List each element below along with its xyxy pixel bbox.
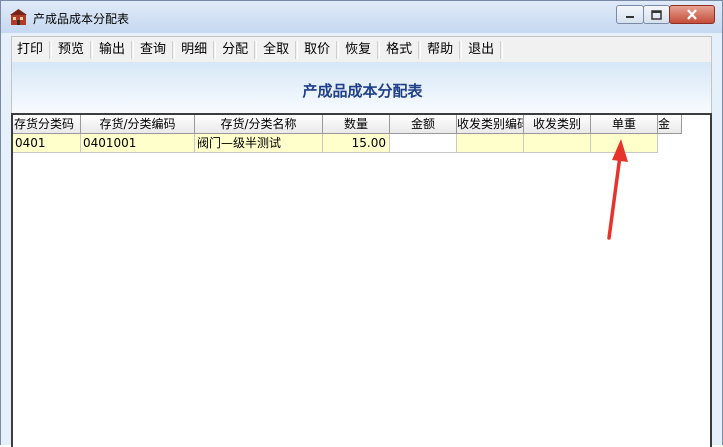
toolbar-separator xyxy=(377,40,381,59)
print-button[interactable]: 打印 xyxy=(12,39,48,61)
column-header-quantity[interactable]: 数量 xyxy=(323,115,390,134)
cell-item-code[interactable]: 0401001 xyxy=(81,134,195,153)
toolbar-separator xyxy=(254,40,258,59)
cell-amount[interactable] xyxy=(390,134,457,153)
column-header-type-name[interactable]: 收发类别 xyxy=(524,115,591,134)
column-header-class-code[interactable]: 存货分类码 xyxy=(13,115,81,134)
minimize-icon xyxy=(626,15,634,18)
data-grid[interactable]: 存货分类码 存货/分类编码 存货/分类名称 数量 金额 收发类别编码 收发类别 … xyxy=(11,113,712,447)
query-button[interactable]: 查询 xyxy=(135,39,171,61)
take-price-button[interactable]: 取价 xyxy=(299,39,335,61)
toolbar-separator xyxy=(49,40,53,59)
close-icon xyxy=(687,9,697,20)
toolbar-separator xyxy=(172,40,176,59)
report-title: 产成品成本分配表 xyxy=(302,82,423,100)
cell-class-code[interactable]: 0401 xyxy=(13,134,81,153)
grid-header: 存货分类码 存货/分类编码 存货/分类名称 数量 金额 收发类别编码 收发类别 … xyxy=(13,115,682,134)
toolbar-separator xyxy=(336,40,340,59)
cell-item-name[interactable]: 阀门—级半测试 xyxy=(195,134,323,153)
column-header-partial[interactable]: 金 xyxy=(658,115,682,134)
app-icon xyxy=(10,9,27,25)
table-row[interactable]: 0401 0401001 阀门—级半测试 15.00 xyxy=(13,134,658,153)
cell-type-code[interactable] xyxy=(457,134,524,153)
toolbar-separator xyxy=(418,40,422,59)
app-window: 产成品成本分配表 打印 预览 输出 查询 明细 分配 全取 取价 恢复 格式 帮… xyxy=(0,0,723,447)
column-header-item-name[interactable]: 存货/分类名称 xyxy=(195,115,323,134)
report-header: 产成品成本分配表 xyxy=(11,62,712,113)
preview-button[interactable]: 预览 xyxy=(53,39,89,61)
title-bar[interactable]: 产成品成本分配表 xyxy=(1,1,722,33)
toolbar-separator xyxy=(459,40,463,59)
export-button[interactable]: 输出 xyxy=(94,39,130,61)
maximize-button[interactable] xyxy=(643,5,670,24)
allocate-button[interactable]: 分配 xyxy=(217,39,253,61)
column-header-amount[interactable]: 金额 xyxy=(390,115,457,134)
cell-unit-weight[interactable] xyxy=(591,134,658,153)
cell-quantity[interactable]: 15.00 xyxy=(323,134,390,153)
window-title: 产成品成本分配表 xyxy=(33,12,130,26)
exit-button[interactable]: 退出 xyxy=(463,39,499,61)
column-header-item-code[interactable]: 存货/分类编码 xyxy=(81,115,195,134)
cell-type-name[interactable] xyxy=(524,134,591,153)
help-button[interactable]: 帮助 xyxy=(422,39,458,61)
minimize-button[interactable] xyxy=(616,5,644,24)
detail-button[interactable]: 明细 xyxy=(176,39,212,61)
toolbar-separator xyxy=(295,40,299,59)
toolbar: 打印 预览 输出 查询 明细 分配 全取 取价 恢复 格式 帮助 退出 xyxy=(11,36,712,62)
column-header-unit-weight[interactable]: 单重 xyxy=(591,115,658,134)
close-button[interactable] xyxy=(669,5,715,24)
toolbar-separator xyxy=(213,40,217,59)
column-header-type-code[interactable]: 收发类别编码 xyxy=(457,115,524,134)
toolbar-separator xyxy=(90,40,94,59)
format-button[interactable]: 格式 xyxy=(381,39,417,61)
maximize-icon xyxy=(651,9,662,20)
take-all-button[interactable]: 全取 xyxy=(258,39,294,61)
toolbar-separator xyxy=(131,40,135,59)
restore-button[interactable]: 恢复 xyxy=(340,39,376,61)
toolbar-separator xyxy=(500,40,504,59)
